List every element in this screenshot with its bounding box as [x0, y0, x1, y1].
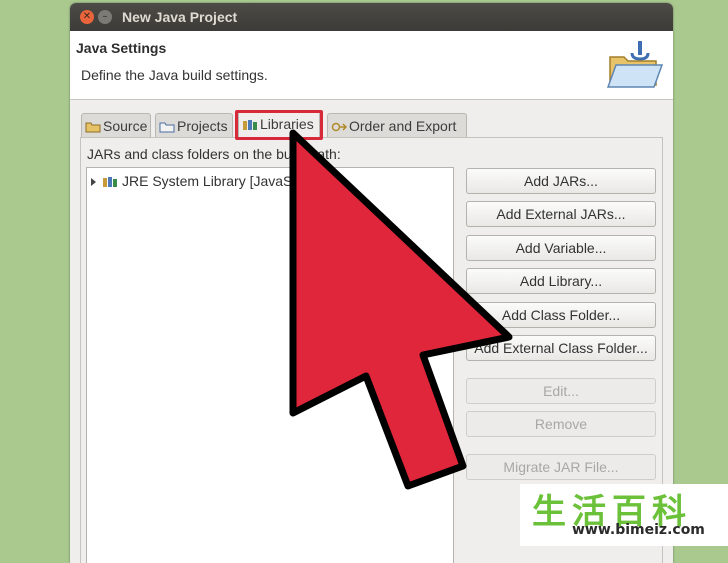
- pointer-arrow-icon: [289, 129, 513, 490]
- watermark-url: www.bimeiz.com: [572, 522, 705, 538]
- site-watermark: 生活百科 www.bimeiz.com: [520, 484, 728, 546]
